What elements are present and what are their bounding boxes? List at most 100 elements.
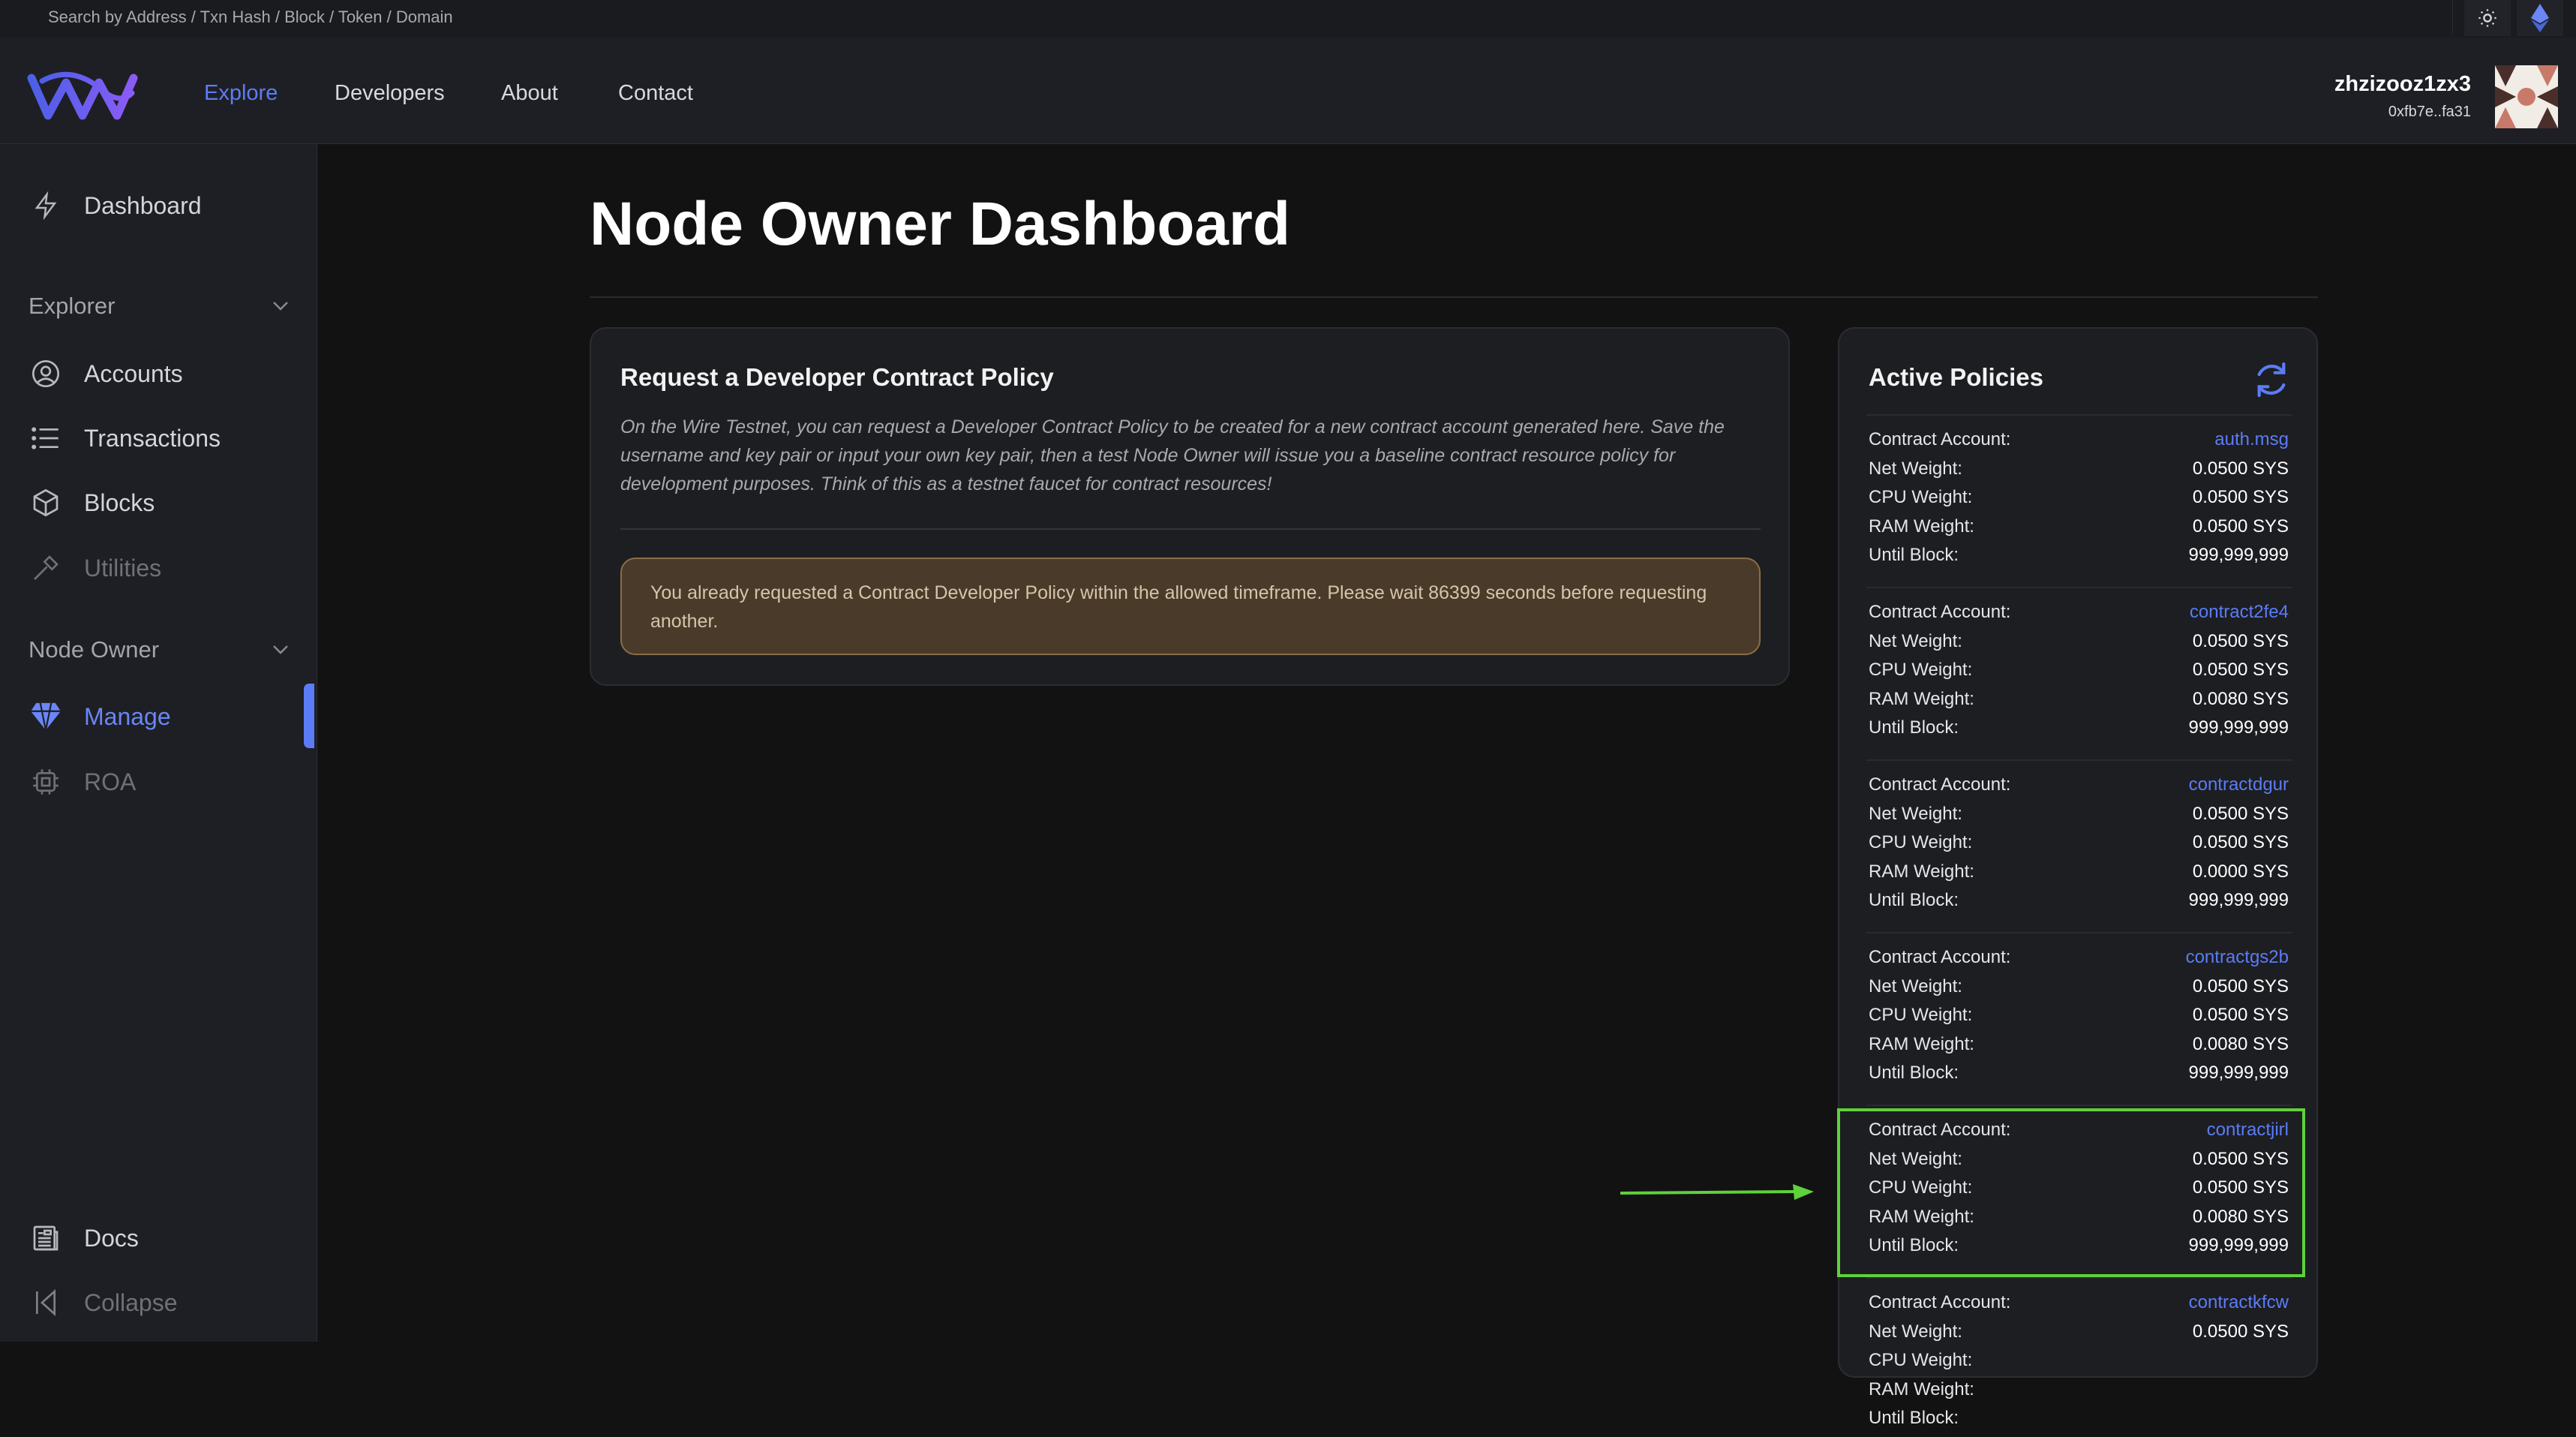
divider: [1866, 932, 2292, 933]
policy-label: Net Weight:: [1869, 976, 1962, 997]
user-address[interactable]: 0xfb7e..fa31: [2388, 104, 2471, 121]
policy-value: 999,999,999: [2188, 717, 2289, 738]
sidebar-item-accounts[interactable]: Accounts: [29, 355, 183, 392]
sidebar-section-explorer[interactable]: Explorer: [29, 293, 290, 320]
policy-label: Until Block:: [1869, 717, 1959, 738]
policy-label: Until Block:: [1869, 1063, 1959, 1083]
theme-toggle-button[interactable]: [2464, 0, 2511, 36]
contract-account-link[interactable]: contract2fe4: [2190, 602, 2289, 631]
policy-row-ram: RAM Weight:: [1869, 1379, 2289, 1408]
divider: [1866, 587, 2292, 588]
sidebar-item-transactions[interactable]: Transactions: [29, 419, 221, 457]
refresh-icon[interactable]: [2250, 359, 2292, 401]
contract-account-link[interactable]: contractdgur: [2189, 774, 2289, 804]
policy-row-net: Net Weight: 0.0500 SYS: [1869, 631, 2289, 660]
request-description: On the Wire Testnet, you can request a D…: [620, 416, 1725, 495]
search-input[interactable]: [30, 0, 2453, 35]
wire-logo[interactable]: [27, 68, 138, 123]
sidebar-item-collapse[interactable]: Collapse: [29, 1284, 178, 1321]
divider: [1866, 1105, 2292, 1106]
sidebar-item-utilities[interactable]: Utilities: [29, 549, 161, 587]
request-policy-card: Request a Developer Contract Policy On t…: [590, 327, 1790, 686]
sidebar-item-dashboard[interactable]: Dashboard: [29, 187, 202, 224]
policy-label: CPU Weight:: [1869, 487, 1973, 507]
policy-label: Contract Account:: [1869, 774, 2011, 795]
policy-row-until: Until Block: 999,999,999: [1869, 890, 2289, 919]
highlight-box: [1837, 1108, 2305, 1277]
policy-row-ram: RAM Weight: 0.0080 SYS: [1869, 689, 2289, 718]
policy-label: Until Block:: [1869, 890, 1959, 910]
search-bar: [0, 0, 2576, 38]
sidebar-item-label: Utilities: [84, 554, 162, 582]
active-indicator: [304, 684, 314, 748]
network-button[interactable]: [2517, 0, 2563, 36]
policy-value: 999,999,999: [2188, 545, 2289, 565]
nav-about[interactable]: About: [501, 81, 558, 106]
divider: [620, 528, 1761, 530]
policy-row-account: Contract Account: contractdgur: [1869, 774, 2289, 804]
sidebar-item-blocks[interactable]: Blocks: [29, 484, 155, 522]
sidebar-item-label: Transactions: [84, 424, 221, 452]
divider: [590, 296, 2318, 298]
sidebar-item-roa[interactable]: ROA: [29, 763, 136, 801]
policy-value: 0.0500 SYS: [2192, 458, 2289, 479]
diamond-icon: [29, 699, 63, 734]
policy-label: Until Block:: [1869, 1408, 1959, 1428]
policy-value: 0.0080 SYS: [2192, 688, 2289, 709]
sidebar-item-label: Dashboard: [84, 191, 202, 219]
policy-row-until: Until Block: 999,999,999: [1869, 717, 2289, 747]
policy-row-cpu: CPU Weight:: [1869, 1350, 2289, 1379]
policy-label: CPU Weight:: [1869, 1005, 1973, 1025]
section-label: Node Owner: [29, 636, 160, 663]
sidebar-item-label: Accounts: [84, 359, 183, 387]
policy-row-net: Net Weight: 0.0500 SYS: [1869, 976, 2289, 1006]
sidebar-item-label: Blocks: [84, 489, 155, 516]
section-label: Explorer: [29, 293, 116, 319]
user-name[interactable]: zhzizooz1zx3: [2334, 72, 2471, 97]
nav-developers[interactable]: Developers: [335, 81, 445, 106]
sidebar-item-label: Docs: [84, 1224, 139, 1252]
policy-label: RAM Weight:: [1869, 1033, 1974, 1054]
nav-contact[interactable]: Contact: [618, 81, 693, 106]
sidebar-item-label: ROA: [84, 768, 137, 795]
policy-label: Net Weight:: [1869, 803, 1962, 824]
policy-label: Net Weight:: [1869, 458, 1962, 479]
policy-row-until: Until Block: 999,999,999: [1869, 545, 2289, 574]
policy-label: Net Weight:: [1869, 1321, 1962, 1342]
policy-value: 0.0080 SYS: [2192, 1033, 2289, 1054]
policy-row-cpu: CPU Weight: 0.0500 SYS: [1869, 832, 2289, 861]
contract-account-link[interactable]: contractkfcw: [2189, 1292, 2289, 1321]
policy-value: 999,999,999: [2188, 1063, 2289, 1083]
policy-row-account: Contract Account: contractkfcw: [1869, 1292, 2289, 1321]
top-header: Explore Developers About Contact zhzizoo…: [0, 38, 2576, 144]
policy-item: Contract Account: contractdgur Net Weight:…: [1869, 774, 2289, 919]
policy-row-ram: RAM Weight: 0.0500 SYS: [1869, 516, 2289, 546]
request-card-title: Request a Developer Contract Policy: [620, 363, 1054, 391]
divider: [1866, 759, 2292, 761]
collapse-icon: [29, 1285, 63, 1320]
policy-item: Contract Account: contractkfcw Net Weight:…: [1869, 1292, 2289, 1437]
policy-value: 999,999,999: [2188, 890, 2289, 910]
sidebar-item-manage[interactable]: Manage: [29, 698, 171, 735]
user-circle-icon: [29, 356, 63, 391]
policy-label: Contract Account:: [1869, 602, 2011, 622]
policy-value: 0.0500 SYS: [2192, 1321, 2289, 1342]
sidebar-item-docs[interactable]: Docs: [29, 1219, 139, 1257]
policy-label: RAM Weight:: [1869, 861, 1974, 882]
cube-icon: [29, 486, 63, 520]
policy-item: Contract Account: contractgs2b Net Weight:…: [1869, 947, 2289, 1092]
divider: [1866, 1277, 2292, 1279]
chevron-down-icon: [273, 645, 288, 654]
sidebar-section-node-owner[interactable]: Node Owner: [29, 636, 290, 663]
rate-limit-alert: You already requested a Contract Develop…: [620, 558, 1761, 655]
sidebar: [0, 144, 317, 1342]
divider: [1866, 414, 2292, 416]
contract-account-link[interactable]: auth.msg: [2214, 429, 2289, 458]
policy-row-until: Until Block:: [1869, 1408, 2289, 1437]
contract-account-link[interactable]: contractgs2b: [2186, 947, 2289, 976]
list-icon: [29, 421, 63, 455]
policy-label: RAM Weight:: [1869, 1378, 1974, 1399]
avatar[interactable]: [2495, 65, 2558, 128]
nav-explore[interactable]: Explore: [204, 81, 278, 106]
policy-label: RAM Weight:: [1869, 516, 1974, 537]
